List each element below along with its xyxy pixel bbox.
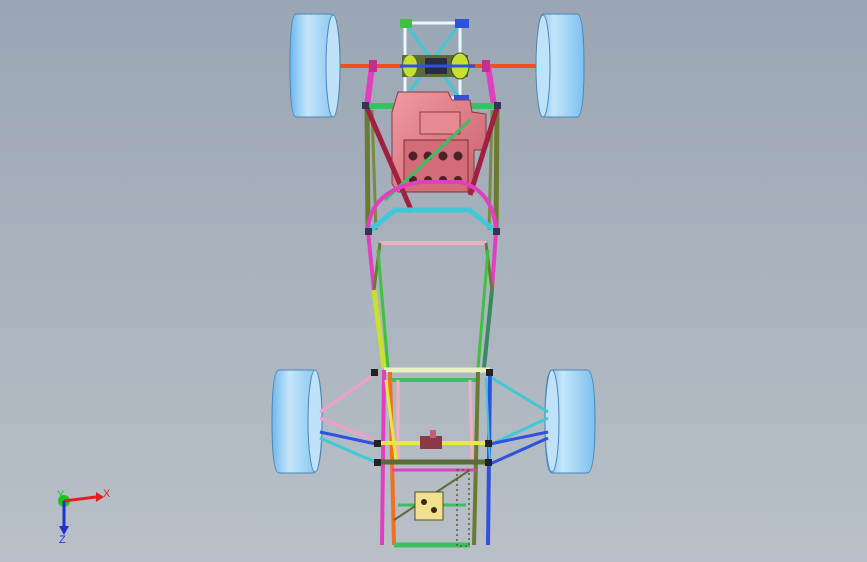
rear-right-tire[interactable] [544,369,596,474]
front-right-tire[interactable] [535,13,585,118]
rear-suspension[interactable] [319,374,549,466]
rear-left-tire[interactable] [271,369,323,474]
z-axis-label: Z [59,534,66,546]
x-axis-label: X [103,488,111,500]
coordinate-triad: X Y Z [57,488,111,546]
y-axis-label: Y [57,489,65,501]
front-left-tire[interactable] [289,13,341,118]
cad-viewport[interactable]: X Y Z [0,0,867,562]
